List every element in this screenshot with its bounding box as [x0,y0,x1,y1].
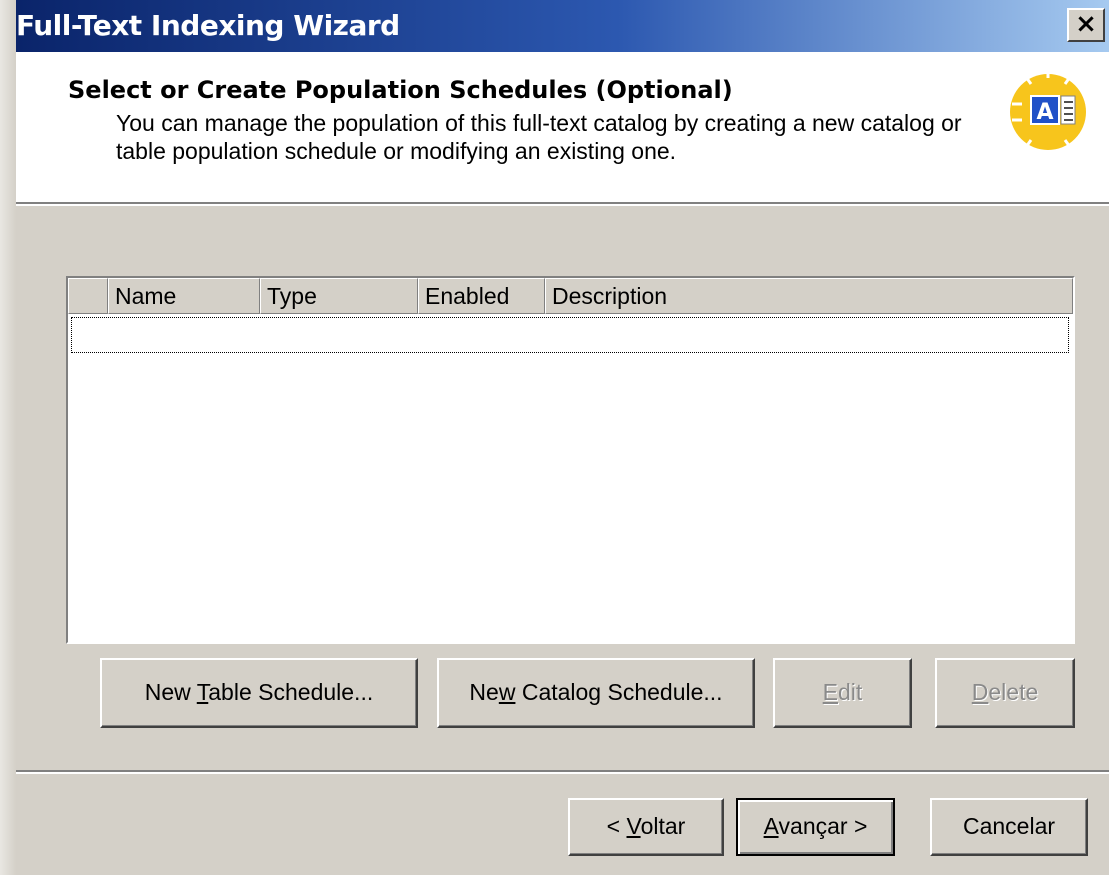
title-bar[interactable]: Full-Text Indexing Wizard × [16,0,1109,52]
icon-letter: A [1036,100,1053,125]
footer-divider [16,770,1109,774]
column-header-blank[interactable] [68,278,108,314]
new-catalog-schedule-button[interactable]: New Catalog Schedule... [437,658,755,728]
new-table-schedule-button[interactable]: New Table Schedule... [100,658,418,728]
page-title: Select or Create Population Schedules (O… [68,76,733,104]
window-title: Full-Text Indexing Wizard [16,9,400,42]
close-button[interactable]: × [1067,8,1105,42]
next-button[interactable]: Avançar > [736,798,895,856]
delete-button[interactable]: Delete [935,658,1075,728]
list-row-focus[interactable] [71,317,1069,353]
background-window-edge [0,0,16,875]
column-header-enabled[interactable]: Enabled [418,278,545,314]
full-text-index-icon: A [1010,70,1086,150]
population-schedules-list[interactable]: Name Type Enabled Description [66,276,1075,644]
cancel-button[interactable]: Cancelar [930,798,1088,856]
header-divider [16,202,1109,206]
column-header-name[interactable]: Name [108,278,260,314]
back-button[interactable]: < Voltar [568,798,724,856]
wizard-header: Select or Create Population Schedules (O… [16,52,1109,202]
edit-button[interactable]: Edit [773,658,912,728]
wizard-window: Full-Text Indexing Wizard × Select or Cr… [0,0,1109,875]
column-header-description[interactable]: Description [545,278,1073,314]
column-header-type[interactable]: Type [260,278,418,314]
list-header: Name Type Enabled Description [68,278,1073,314]
close-icon: × [1075,9,1097,39]
page-description: You can manage the population of this fu… [116,110,962,164]
